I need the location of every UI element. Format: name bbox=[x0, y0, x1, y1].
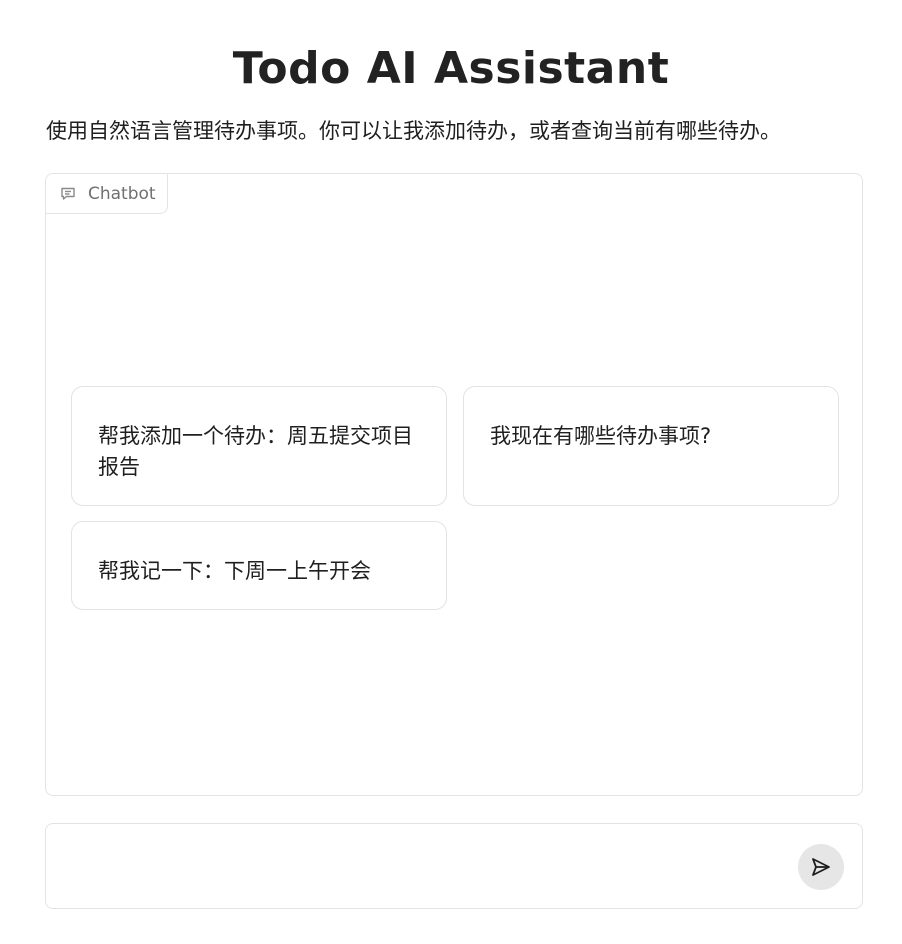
example-prompt-list-todos[interactable]: 我现在有哪些待办事项? bbox=[463, 386, 839, 506]
page-title: Todo AI Assistant bbox=[232, 43, 670, 95]
message-input-bar bbox=[45, 823, 863, 909]
chatbot-label-text: Chatbot bbox=[88, 183, 156, 204]
chatbot-label: Chatbot bbox=[46, 174, 168, 214]
send-icon bbox=[809, 855, 833, 879]
example-prompt-add-todo[interactable]: 帮我添加一个待办：周五提交项目报告 bbox=[71, 386, 447, 506]
example-prompt-meeting[interactable]: 帮我记一下：下周一上午开会 bbox=[71, 521, 447, 610]
example-prompt-text: 我现在有哪些待办事项? bbox=[490, 424, 712, 448]
chatbot-panel: Chatbot 帮我添加一个待办：周五提交项目报告 我现在有哪些待办事项? 帮我… bbox=[45, 173, 863, 796]
chat-bubble-icon bbox=[59, 185, 77, 203]
example-prompt-text: 帮我添加一个待办：周五提交项目报告 bbox=[98, 424, 413, 479]
page-description: 使用自然语言管理待办事项。你可以让我添加待办，或者查询当前有哪些待办。 bbox=[46, 119, 781, 143]
send-button[interactable] bbox=[798, 844, 844, 890]
message-input[interactable] bbox=[70, 846, 774, 888]
example-prompt-text: 帮我记一下：下周一上午开会 bbox=[98, 559, 371, 583]
